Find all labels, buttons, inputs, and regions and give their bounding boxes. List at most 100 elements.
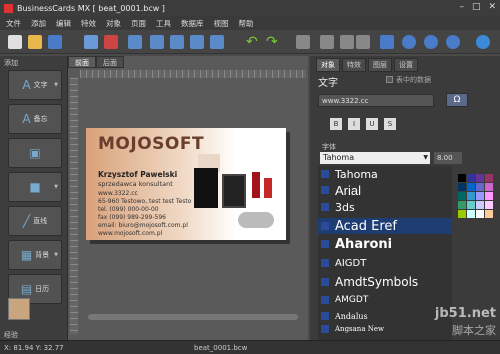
- card-line-tel[interactable]: tel. (099) 000-00-00: [98, 206, 159, 213]
- menu-page[interactable]: 页面: [131, 18, 146, 29]
- add-panel-tab[interactable]: 添加: [4, 58, 18, 68]
- ungroup-icon[interactable]: [340, 35, 354, 49]
- color-swatch[interactable]: [485, 174, 493, 182]
- person-name[interactable]: Krzysztof Pawelski: [98, 170, 177, 179]
- add-text-button[interactable]: A 文字 ▼: [8, 70, 62, 100]
- font-option[interactable]: AIGDT: [318, 256, 452, 270]
- backward-icon[interactable]: [210, 35, 224, 49]
- bold-button[interactable]: B: [330, 118, 342, 130]
- data-from-table-checkbox[interactable]: [386, 76, 393, 83]
- color-swatch[interactable]: [467, 192, 475, 200]
- color-swatch[interactable]: [458, 192, 466, 200]
- tab-layers[interactable]: 图层: [368, 58, 392, 72]
- align-icon[interactable]: [296, 35, 310, 49]
- fit-icon[interactable]: [380, 35, 394, 49]
- color-swatch[interactable]: [485, 192, 493, 200]
- back-icon[interactable]: [170, 35, 184, 49]
- minimize-button[interactable]: –: [459, 2, 464, 12]
- card-line-fax[interactable]: fax (099) 989-299-596: [98, 214, 166, 221]
- forward-icon[interactable]: [190, 35, 204, 49]
- add-shape-button[interactable]: ■ ▼: [8, 172, 62, 202]
- color-palette[interactable]: [458, 174, 493, 218]
- special-char-button[interactable]: Ω: [446, 93, 468, 107]
- font-option[interactable]: Tahoma: [318, 168, 452, 181]
- font-option[interactable]: 3ds: [318, 200, 452, 214]
- close-button[interactable]: ✕: [488, 2, 496, 12]
- tab-object[interactable]: 对象: [316, 58, 340, 72]
- color-swatch[interactable]: [467, 183, 475, 191]
- font-size-field[interactable]: 8.00: [434, 152, 462, 164]
- color-swatch[interactable]: [476, 201, 484, 209]
- zoom-in-icon[interactable]: [402, 35, 416, 49]
- menu-help[interactable]: 帮助: [239, 18, 254, 29]
- font-option[interactable]: AMGDT: [318, 294, 452, 306]
- color-swatch[interactable]: [485, 201, 493, 209]
- dropdown-arrow-icon[interactable]: ▼: [54, 82, 58, 88]
- delete-icon[interactable]: [104, 35, 118, 49]
- copy-page-icon[interactable]: [128, 35, 142, 49]
- color-swatch[interactable]: [458, 210, 466, 218]
- color-swatch[interactable]: [458, 183, 466, 191]
- font-option[interactable]: Arial: [318, 182, 452, 198]
- tab-settings[interactable]: 设置: [394, 58, 418, 72]
- maximize-button[interactable]: □: [472, 2, 481, 12]
- color-swatch[interactable]: [458, 201, 466, 209]
- color-swatch[interactable]: [485, 183, 493, 191]
- font-option[interactable]: Acad Eref: [318, 218, 452, 234]
- person-role[interactable]: sprzedawca konsultant: [98, 180, 173, 188]
- menu-edit[interactable]: 编辑: [56, 18, 71, 29]
- tab-back[interactable]: 后面: [96, 56, 124, 68]
- underline-button[interactable]: U: [366, 118, 378, 130]
- add-line-button[interactable]: ╱ 直线: [8, 206, 62, 236]
- front-icon[interactable]: [150, 35, 164, 49]
- menu-add[interactable]: 添加: [31, 18, 46, 29]
- card-line-web[interactable]: www.3322.cc: [98, 190, 138, 197]
- font-dropdown-list[interactable]: Tahoma Arial 3ds Acad Eref Aharoni AIGDT…: [318, 166, 452, 340]
- group-icon[interactable]: [320, 35, 334, 49]
- card-line-address[interactable]: 65-960 Testowo, test test Testo: [98, 198, 191, 205]
- color-swatch[interactable]: [485, 210, 493, 218]
- menu-effects[interactable]: 特效: [81, 18, 96, 29]
- menu-database[interactable]: 数据库: [181, 18, 204, 29]
- color-swatch[interactable]: [467, 174, 475, 182]
- font-select[interactable]: Tahoma ▼: [320, 152, 430, 164]
- font-option[interactable]: Aharoni: [318, 236, 452, 252]
- add-icon[interactable]: [84, 35, 98, 49]
- page-thumbnail[interactable]: [8, 298, 30, 320]
- color-swatch[interactable]: [467, 210, 475, 218]
- experience-tab[interactable]: 经验: [4, 330, 18, 340]
- color-swatch[interactable]: [467, 201, 475, 209]
- font-option[interactable]: Andalus: [318, 310, 452, 322]
- cosmetics-image[interactable]: [194, 154, 280, 234]
- card-line-email[interactable]: email: biuro@mojosoft.com.pl: [98, 222, 188, 229]
- add-note-button[interactable]: A 备忘: [8, 104, 62, 134]
- tab-front[interactable]: 前面: [68, 56, 96, 68]
- italic-button[interactable]: I: [348, 118, 360, 130]
- open-icon[interactable]: [28, 35, 42, 49]
- redo-icon[interactable]: ↷: [266, 35, 280, 49]
- color-swatch[interactable]: [476, 174, 484, 182]
- color-swatch[interactable]: [476, 183, 484, 191]
- dropdown-arrow-icon[interactable]: ▼: [54, 252, 58, 258]
- menu-view[interactable]: 视图: [214, 18, 229, 29]
- zoom-actual-icon[interactable]: [446, 35, 460, 49]
- help-icon[interactable]: [476, 35, 490, 49]
- strike-button[interactable]: S: [384, 118, 396, 130]
- menu-file[interactable]: 文件: [6, 18, 21, 29]
- add-background-button[interactable]: ▦ 背景 ▼: [8, 240, 62, 270]
- color-swatch[interactable]: [458, 174, 466, 182]
- company-name[interactable]: MOJOSOFT: [98, 134, 204, 154]
- card-line-site[interactable]: www.mojosoft.com.pl: [98, 230, 162, 237]
- menu-object[interactable]: 对象: [106, 18, 121, 29]
- new-icon[interactable]: [8, 35, 22, 49]
- text-value-field[interactable]: www.3322.cc: [318, 94, 434, 107]
- color-swatch[interactable]: [476, 192, 484, 200]
- save-icon[interactable]: [48, 35, 62, 49]
- undo-icon[interactable]: ↶: [246, 35, 260, 49]
- business-card[interactable]: MOJOSOFT Krzysztof Pawelski sprzedawca k…: [86, 128, 286, 240]
- zoom-out-icon[interactable]: [424, 35, 438, 49]
- lock-icon[interactable]: [356, 35, 370, 49]
- tab-effects[interactable]: 特效: [342, 58, 366, 72]
- font-option[interactable]: Angsana New: [318, 324, 452, 334]
- font-option[interactable]: AmdtSymbols: [318, 274, 452, 290]
